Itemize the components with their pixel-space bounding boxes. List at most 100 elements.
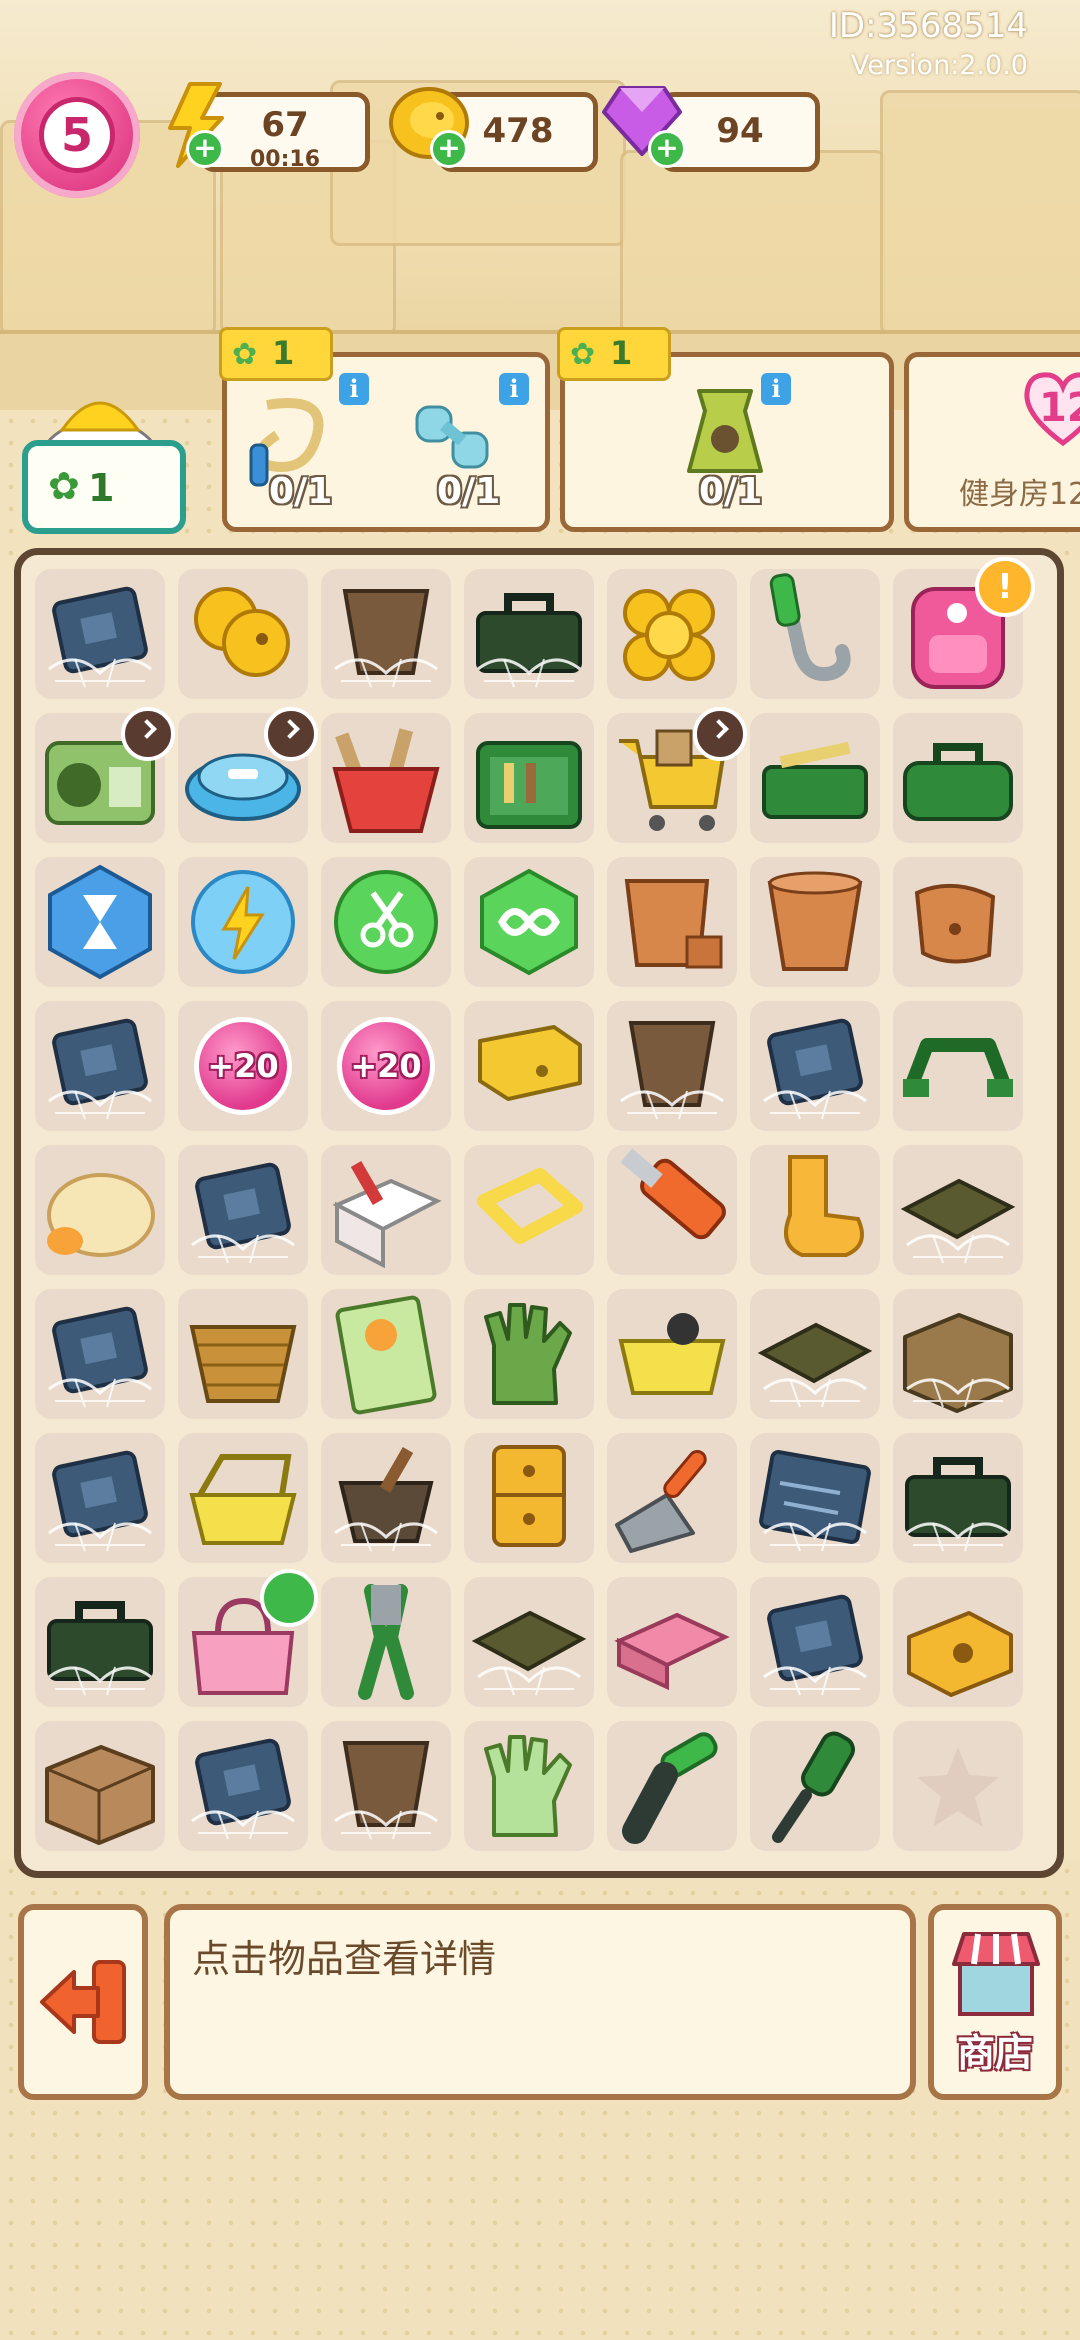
screwdriver-icon — [772, 1731, 855, 1843]
board-cell[interactable] — [35, 1145, 165, 1275]
board-cell[interactable] — [607, 1721, 737, 1851]
board-cell[interactable] — [321, 1577, 451, 1707]
board-cell[interactable] — [35, 1001, 165, 1131]
basket-yellow-icon — [618, 1313, 726, 1395]
board-cell[interactable] — [178, 1569, 318, 1707]
exit-button[interactable] — [18, 1904, 148, 2100]
helper-counter[interactable]: ✿ 1 — [22, 440, 186, 534]
board-cell[interactable] — [178, 857, 308, 987]
heart-icon: 12 — [1021, 369, 1080, 449]
request-count: 0/1 — [699, 471, 763, 512]
board-cell[interactable] — [464, 1289, 594, 1419]
board-cell[interactable] — [607, 1001, 737, 1131]
add-gems-icon[interactable]: + — [648, 130, 686, 168]
board-cell[interactable] — [178, 1721, 308, 1851]
board-cell[interactable] — [35, 1577, 165, 1707]
pipe-wrench-icon — [622, 1732, 718, 1844]
board-cell[interactable] — [607, 569, 737, 699]
board-cell[interactable] — [750, 857, 880, 987]
add-energy-icon[interactable]: + — [186, 130, 224, 168]
board-cell[interactable] — [750, 1721, 880, 1851]
player-level: 5 — [39, 97, 115, 173]
board-cell[interactable] — [464, 1577, 594, 1707]
reward-badge: ✿ 1 — [557, 327, 671, 381]
board-cell[interactable] — [464, 857, 594, 987]
board-cell[interactable] — [893, 713, 1023, 843]
board-cell[interactable]: +20 — [178, 1001, 308, 1131]
board-cell[interactable] — [750, 713, 880, 843]
board-cell[interactable] — [750, 1433, 880, 1563]
gems-counter[interactable]: 94 — [660, 92, 820, 172]
board-cell[interactable] — [35, 1721, 165, 1851]
clay-pot-broken-icon — [624, 879, 723, 969]
clay-shard-icon — [914, 883, 996, 964]
pliers-icon — [358, 1584, 414, 1700]
board-cell[interactable] — [321, 1145, 451, 1275]
board-cell[interactable] — [178, 569, 308, 699]
board-cell[interactable] — [35, 1433, 165, 1563]
cpu-chip-cobweb-icon — [763, 1018, 867, 1120]
board-cell[interactable]: ! — [893, 557, 1035, 699]
board-cell[interactable] — [893, 1001, 1023, 1131]
clover-icon: ✿ — [232, 337, 258, 372]
scissors-orb-icon — [334, 870, 438, 974]
board-cell[interactable] — [35, 707, 175, 843]
board-cell[interactable] — [464, 569, 594, 699]
info-icon[interactable]: i — [761, 373, 791, 405]
request-card-2[interactable]: ✿ 1 i 0/1 — [557, 327, 894, 532]
board-cell[interactable] — [321, 1433, 451, 1563]
board-cell[interactable] — [178, 1433, 308, 1563]
trowel-icon — [615, 1449, 707, 1553]
board-cell[interactable] — [178, 707, 318, 843]
exit-arrow-icon — [40, 1960, 126, 2044]
board-cell[interactable] — [607, 1289, 737, 1419]
board-cell[interactable] — [607, 857, 737, 987]
board-cell[interactable] — [750, 1577, 880, 1707]
board-cell[interactable] — [321, 713, 451, 843]
board-cell[interactable] — [464, 1433, 594, 1563]
board-cell[interactable] — [178, 1289, 308, 1419]
board-cell[interactable] — [750, 1145, 880, 1275]
request-card-3[interactable]: 12 健身房12 — [904, 352, 1080, 532]
board-cell[interactable] — [750, 569, 880, 699]
hourglass-gem-icon — [48, 864, 152, 980]
pencil-sharpener-icon — [907, 1611, 1013, 1697]
board-cell[interactable] — [464, 1145, 594, 1275]
board-cell[interactable] — [607, 1577, 737, 1707]
info-icon[interactable]: i — [499, 373, 529, 405]
board-cell[interactable] — [464, 713, 594, 843]
board-cell[interactable] — [893, 1433, 1023, 1563]
board-cell[interactable] — [178, 1145, 308, 1275]
board-cell[interactable] — [607, 1145, 737, 1275]
info-icon[interactable]: i — [339, 373, 369, 405]
board-cell[interactable] — [750, 1289, 880, 1419]
utility-knife-icon — [620, 1148, 726, 1240]
pill-plus-20-icon: +20 — [337, 1017, 435, 1115]
board-cell[interactable] — [893, 857, 1023, 987]
timer-badge-icon — [121, 707, 175, 761]
board-cell[interactable] — [35, 857, 165, 987]
board-cell[interactable] — [464, 1721, 594, 1851]
board-cell[interactable] — [321, 857, 451, 987]
board-cell[interactable]: +20 — [321, 1001, 451, 1131]
board-cell[interactable] — [321, 569, 451, 699]
player-level-badge[interactable]: 5 — [14, 72, 140, 198]
board-cell[interactable] — [750, 1001, 880, 1131]
board-cell[interactable] — [607, 707, 747, 843]
request-card-1[interactable]: ✿ 1 i 0/1 i 0/1 — [219, 327, 550, 532]
board-cell[interactable] — [893, 1721, 1023, 1851]
board-cell[interactable] — [607, 1433, 737, 1563]
board-cell[interactable] — [893, 1577, 1023, 1707]
board-cell[interactable] — [35, 569, 165, 699]
board-cell[interactable] — [893, 1289, 1023, 1419]
cpu-chip-cobweb-icon — [191, 1162, 295, 1264]
board-cell[interactable] — [321, 1289, 451, 1419]
board-cell[interactable] — [321, 1721, 451, 1851]
add-coins-icon[interactable]: + — [430, 130, 468, 168]
cardboard-box-icon — [45, 1745, 155, 1845]
glove-green-icon — [484, 1303, 572, 1405]
board-cell[interactable] — [35, 1289, 165, 1419]
shop-button[interactable]: 商店 — [928, 1904, 1062, 2100]
board-cell[interactable] — [893, 1145, 1023, 1275]
board-cell[interactable] — [464, 1001, 594, 1131]
